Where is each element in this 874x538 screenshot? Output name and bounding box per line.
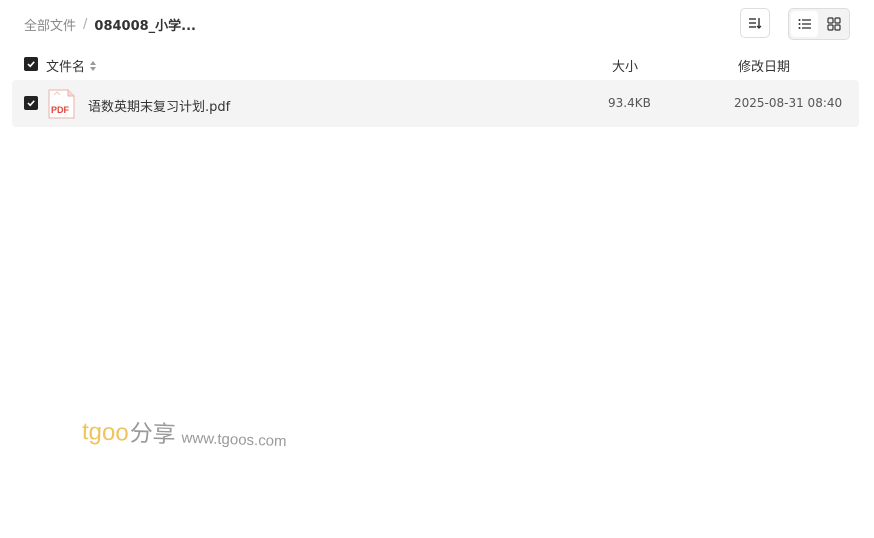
file-name[interactable]: 语数英期末复习计划.pdf (88, 96, 230, 115)
pdf-icon-label: PDF (51, 105, 70, 115)
breadcrumb-root-link[interactable]: 全部文件 (24, 15, 76, 34)
watermark-url: www.tgoos.com (181, 429, 287, 451)
check-icon (27, 100, 35, 107)
file-size: 93.4KB (608, 96, 651, 110)
column-header-name[interactable]: 文件名 (46, 56, 97, 75)
select-all-checkbox[interactable] (24, 57, 38, 71)
file-modified-date: 2025-08-31 08:40 (734, 96, 843, 110)
grid-view-button[interactable] (820, 11, 847, 37)
table-row[interactable]: PDF 语数英期末复习计划.pdf 93.4KB 2025-08-31 08:4… (12, 80, 859, 127)
sort-button[interactable] (740, 8, 770, 38)
column-header-date[interactable]: 修改日期 (738, 56, 790, 75)
watermark-brand: tgoo (81, 418, 130, 447)
table-header: 文件名 大小 修改日期 (12, 50, 859, 78)
column-header-size[interactable]: 大小 (612, 56, 638, 75)
sort-icon (749, 18, 762, 29)
breadcrumb: 全部文件 / 084008_小学... (24, 15, 196, 34)
check-icon (27, 61, 35, 68)
top-bar: 全部文件 / 084008_小学... (0, 0, 874, 48)
watermark-share: 分享 (129, 420, 177, 449)
pdf-icon: PDF (48, 89, 75, 119)
list-view-icon (798, 19, 811, 29)
list-view-button[interactable] (791, 11, 818, 37)
column-header-name-label: 文件名 (46, 60, 86, 75)
view-toggle (788, 8, 850, 40)
grid-view-icon (826, 17, 841, 31)
breadcrumb-current-folder: 084008_小学... (94, 19, 196, 34)
sort-arrows-icon (90, 60, 97, 71)
breadcrumb-separator: / (83, 17, 88, 32)
watermark: tgoo 分享 www.tgoos.com (81, 412, 287, 459)
row-checkbox[interactable] (24, 96, 38, 110)
